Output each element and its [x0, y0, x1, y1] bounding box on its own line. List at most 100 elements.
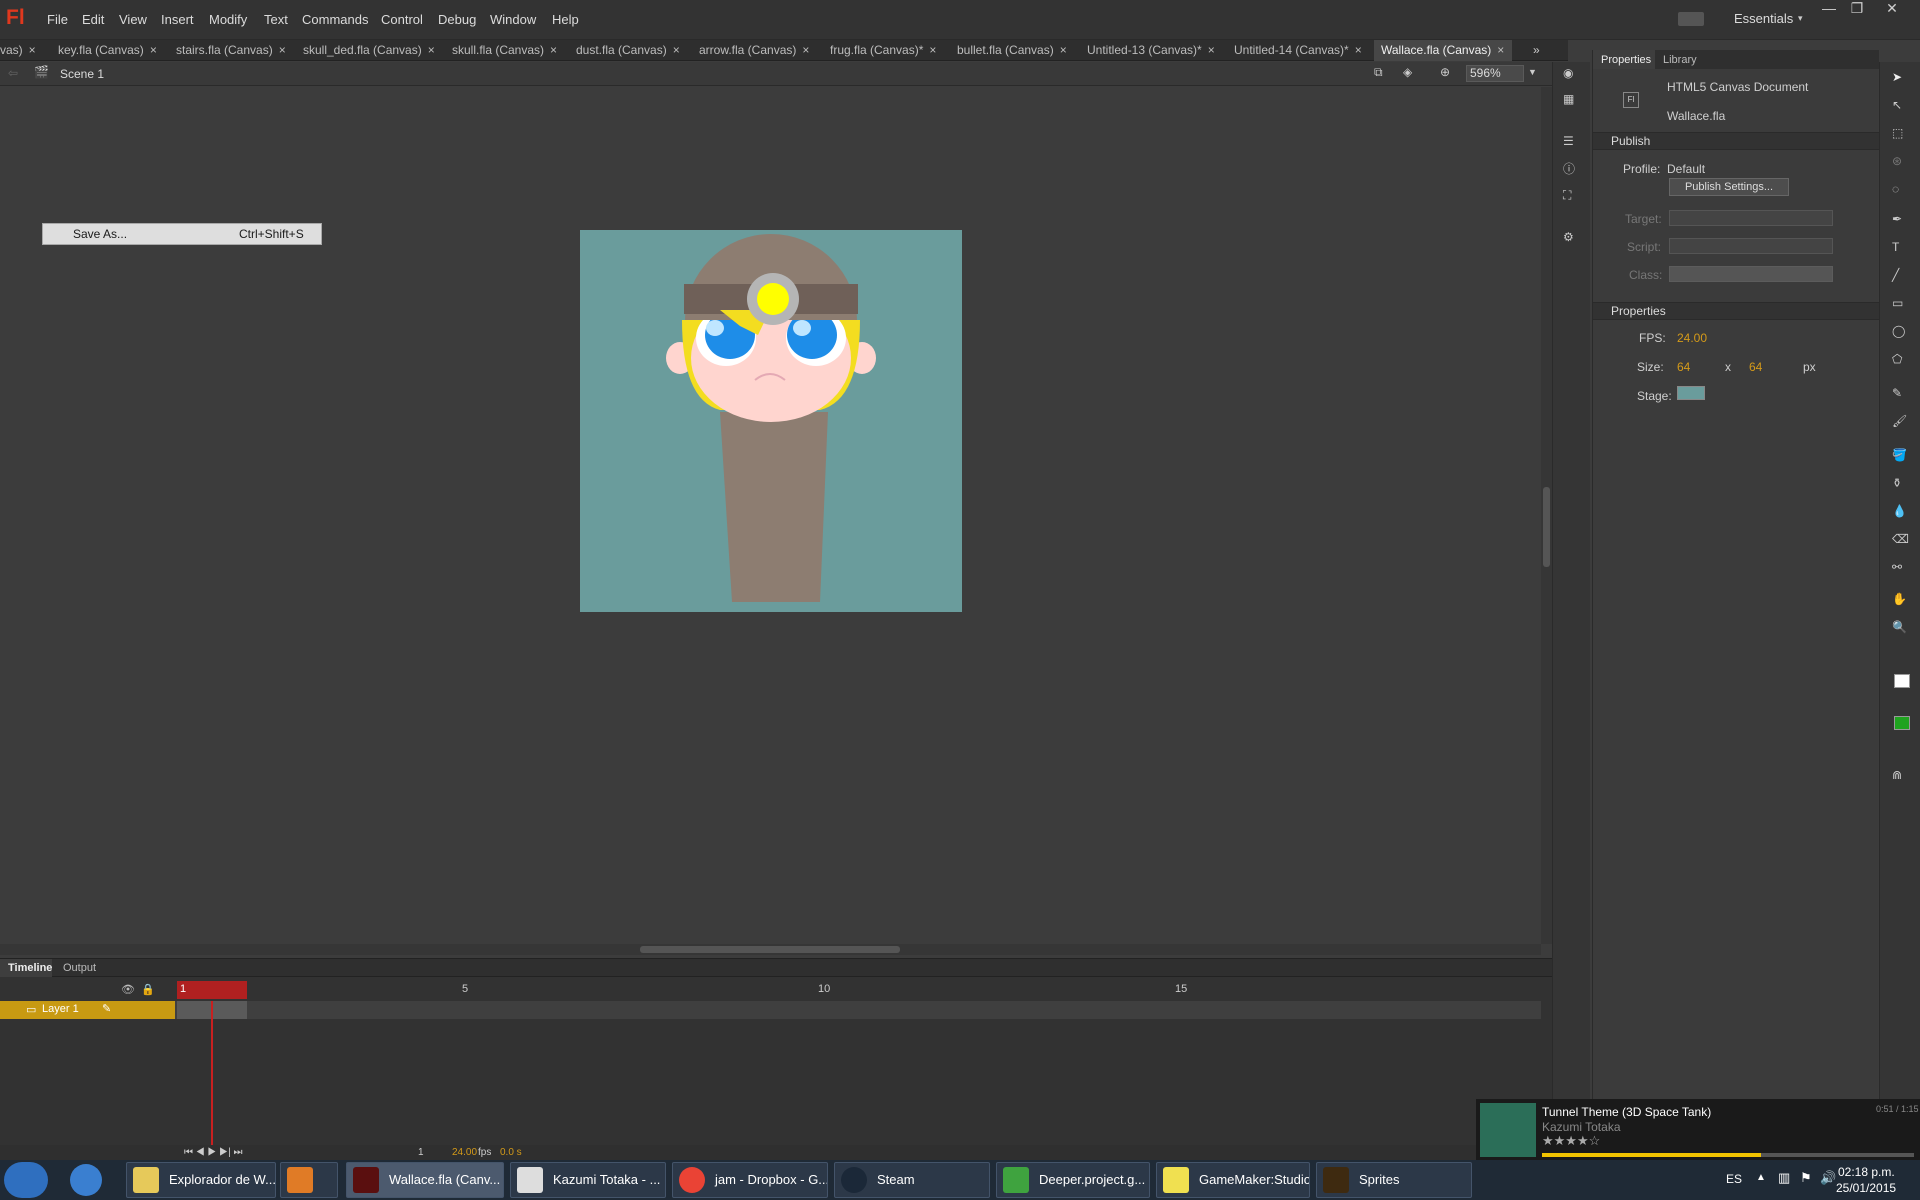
- tab-properties[interactable]: Properties: [1593, 50, 1655, 69]
- line-tool-icon[interactable]: ╱: [1892, 268, 1899, 282]
- doc-tab[interactable]: key.fla (Canvas) ×: [58, 40, 164, 61]
- polystar-tool-icon[interactable]: ⬠: [1892, 352, 1902, 366]
- language-indicator[interactable]: ES: [1726, 1172, 1742, 1186]
- taskbar-item[interactable]: [280, 1162, 338, 1198]
- transform-icon[interactable]: ⛶: [1563, 188, 1571, 203]
- close-icon[interactable]: ×: [929, 43, 936, 57]
- now-playing-toast[interactable]: Tunnel Theme (3D Space Tank) Kazumi Tota…: [1476, 1099, 1920, 1160]
- volume-icon[interactable]: 🔊: [1820, 1170, 1836, 1186]
- save-as-menu-item[interactable]: Save As... Ctrl+Shift+S: [42, 223, 322, 245]
- flag-icon[interactable]: ⚑: [1800, 1170, 1812, 1186]
- selection-tool-icon[interactable]: ➤: [1892, 70, 1902, 84]
- script-select[interactable]: [1669, 238, 1833, 254]
- taskbar-item[interactable]: Kazumi Totaka - ...: [510, 1162, 666, 1198]
- edit-scene-icon[interactable]: ⧉: [1374, 65, 1383, 80]
- back-arrow-icon[interactable]: ⇦: [8, 66, 18, 80]
- fps-value[interactable]: 24.00: [452, 1147, 477, 1158]
- menu-commands[interactable]: Commands: [302, 12, 368, 27]
- taskbar-item[interactable]: jam - Dropbox - G...: [672, 1162, 828, 1198]
- paint-bucket-icon[interactable]: 🪣: [1892, 448, 1907, 462]
- lock-icon[interactable]: 🔒: [141, 983, 155, 996]
- doc-tab[interactable]: skull.fla (Canvas) ×: [452, 40, 560, 61]
- tab-output[interactable]: Output: [63, 962, 96, 974]
- chevron-down-icon[interactable]: ▼: [1528, 67, 1537, 77]
- center-stage-icon[interactable]: ⊕: [1440, 65, 1450, 79]
- network-icon[interactable]: ▥: [1778, 1170, 1790, 1186]
- wallace-character[interactable]: [580, 230, 962, 612]
- doc-tab[interactable]: arrow.fla (Canvas) ×: [699, 40, 815, 61]
- doc-tab[interactable]: bullet.fla (Canvas) ×: [957, 40, 1074, 61]
- pen-tool-icon[interactable]: ✒: [1892, 212, 1902, 226]
- scroll-thumb[interactable]: [640, 946, 900, 953]
- close-icon[interactable]: ×: [1060, 43, 1067, 57]
- menu-debug[interactable]: Debug: [438, 12, 476, 27]
- zoom-tool-icon[interactable]: 🔍: [1892, 620, 1907, 634]
- menu-view[interactable]: View: [119, 12, 147, 27]
- stroke-color-swatch[interactable]: [1894, 674, 1910, 688]
- close-icon[interactable]: ×: [1355, 43, 1362, 57]
- zoom-input[interactable]: 596%: [1466, 65, 1524, 82]
- fill-color-swatch[interactable]: [1894, 716, 1910, 730]
- rating-stars[interactable]: ★★★★☆: [1542, 1133, 1600, 1149]
- menu-file[interactable]: File: [47, 12, 68, 27]
- start-button[interactable]: [4, 1162, 48, 1198]
- vertical-scrollbar[interactable]: [1541, 87, 1552, 944]
- close-icon[interactable]: ×: [428, 43, 435, 57]
- height-input[interactable]: 64: [1749, 360, 1762, 374]
- frames-row[interactable]: [175, 1001, 1541, 1019]
- close-icon[interactable]: ×: [29, 43, 36, 57]
- rectangle-tool-icon[interactable]: ▭: [1892, 296, 1903, 310]
- subselection-tool-icon[interactable]: ↖: [1892, 98, 1902, 112]
- menu-modify[interactable]: Modify: [209, 12, 247, 27]
- code-snippets-icon[interactable]: ⚙: [1563, 230, 1574, 244]
- close-button[interactable]: ✕: [1878, 0, 1906, 20]
- tab-timeline[interactable]: Timeline: [0, 959, 52, 977]
- scroll-thumb[interactable]: [1543, 487, 1550, 567]
- free-transform-icon[interactable]: ⬚: [1892, 126, 1903, 140]
- doc-tab[interactable]: dust.fla (Canvas) ×: [576, 40, 680, 61]
- elapsed-time[interactable]: 0.0 s: [500, 1147, 522, 1158]
- pencil-tool-icon[interactable]: ✎: [1892, 386, 1902, 400]
- current-frame[interactable]: 1: [418, 1147, 424, 1158]
- align-icon[interactable]: ☰: [1563, 134, 1574, 148]
- fps-input[interactable]: 24.00: [1677, 331, 1707, 345]
- doc-tab[interactable]: skull_ded.fla (Canvas) ×: [303, 40, 436, 61]
- internet-explorer-icon[interactable]: [70, 1164, 102, 1196]
- menu-text[interactable]: Text: [264, 12, 288, 27]
- class-input[interactable]: [1669, 266, 1833, 282]
- tabs-overflow-icon[interactable]: »: [1533, 43, 1540, 57]
- track-progress[interactable]: [1542, 1153, 1914, 1157]
- info-icon[interactable]: ⓘ: [1563, 160, 1575, 177]
- close-icon[interactable]: ×: [279, 43, 286, 57]
- eraser-tool-icon[interactable]: ⌫: [1892, 532, 1909, 546]
- menu-control[interactable]: Control: [381, 12, 423, 27]
- taskbar-item[interactable]: GameMaker:Studio: [1156, 1162, 1310, 1198]
- horizontal-scrollbar[interactable]: [0, 944, 1541, 955]
- swatches-icon[interactable]: ▦: [1563, 92, 1574, 106]
- taskbar-item-active[interactable]: Wallace.fla (Canv...: [346, 1162, 504, 1198]
- doc-tab[interactable]: Untitled-14 (Canvas)* ×: [1234, 40, 1372, 61]
- close-icon[interactable]: ×: [1208, 43, 1215, 57]
- clock-time[interactable]: 02:18 p.m.: [1838, 1165, 1895, 1179]
- doc-tab[interactable]: stairs.fla (Canvas) ×: [176, 40, 290, 61]
- stage-canvas[interactable]: [580, 230, 962, 612]
- close-icon[interactable]: ×: [802, 43, 809, 57]
- tray-expand-icon[interactable]: ▲: [1756, 1172, 1766, 1183]
- tab-library[interactable]: Library: [1663, 54, 1697, 66]
- brush-tool-icon[interactable]: 🖌: [1892, 414, 1907, 428]
- close-icon[interactable]: ×: [550, 43, 557, 57]
- restore-button[interactable]: ❐: [1843, 0, 1871, 20]
- properties-section-header[interactable]: Properties: [1593, 302, 1879, 320]
- clock-date[interactable]: 25/01/2015: [1836, 1181, 1896, 1195]
- close-icon[interactable]: ×: [150, 43, 157, 57]
- eyedropper-icon[interactable]: 💧: [1892, 504, 1907, 518]
- workspace-switcher[interactable]: Essentials: [1734, 11, 1793, 26]
- menu-insert[interactable]: Insert: [161, 12, 194, 27]
- layer-row[interactable]: ▭ Layer 1 ✎: [0, 1001, 175, 1019]
- snap-to-objects-icon[interactable]: ⋒: [1892, 768, 1902, 782]
- playhead-marker[interactable]: [177, 981, 247, 999]
- close-icon[interactable]: ×: [1497, 43, 1504, 57]
- width-input[interactable]: 64: [1677, 360, 1690, 374]
- text-tool-icon[interactable]: T: [1892, 240, 1899, 254]
- edit-symbols-icon[interactable]: ◈: [1403, 65, 1412, 79]
